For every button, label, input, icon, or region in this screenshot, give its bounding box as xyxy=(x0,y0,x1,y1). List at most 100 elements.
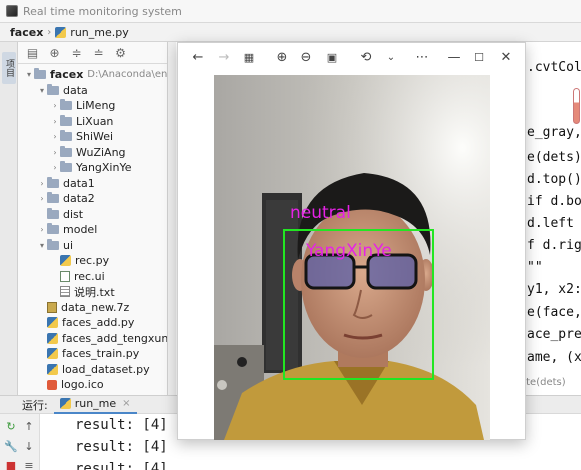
locate-icon[interactable]: ⊕ xyxy=(48,46,61,60)
tree-item[interactable]: data_new.7z xyxy=(37,300,129,316)
emotion-label: neutral xyxy=(290,203,351,223)
chevron-right-icon[interactable]: › xyxy=(50,163,60,172)
run-output-line: result: [4] xyxy=(75,417,168,433)
folder-icon xyxy=(60,99,72,111)
tree-item-label: ShiWei xyxy=(76,130,114,144)
tree-item[interactable]: faces_train.py xyxy=(37,346,139,362)
code-line: f d.rig xyxy=(527,238,581,253)
tree-item-label: 说明.txt xyxy=(74,285,115,299)
chevron-down-icon[interactable]: ▾ xyxy=(37,241,47,250)
text-file-icon xyxy=(60,286,70,298)
tree-item-label: YangXinYe xyxy=(76,161,132,175)
tree-item-label: model xyxy=(63,223,98,237)
minimize-icon[interactable]: — xyxy=(446,50,462,66)
tree-item-label: load_dataset.py xyxy=(62,362,150,376)
back-arrow-icon[interactable]: ← xyxy=(190,50,206,66)
archive-file-icon xyxy=(47,301,57,313)
rerun-icon[interactable]: ↻ xyxy=(4,420,18,433)
tree-item[interactable]: › LiMeng xyxy=(50,98,115,114)
tree-item[interactable]: load_dataset.py xyxy=(37,362,150,378)
tree-item-label: LiXuan xyxy=(76,114,114,128)
python-file-icon xyxy=(47,363,58,375)
folder-icon xyxy=(34,68,46,80)
run-panel-label: 运行: xyxy=(22,398,48,412)
close-icon[interactable]: × xyxy=(122,398,130,409)
python-file-icon xyxy=(59,398,71,409)
breadcrumb: facex › run_me.py xyxy=(0,23,581,42)
folder-icon xyxy=(47,83,59,95)
gear-icon[interactable]: ⚙ xyxy=(114,46,127,60)
code-line: if d.bo xyxy=(527,194,581,209)
scroll-down-icon[interactable]: ↓ xyxy=(22,440,36,453)
code-line: .cvtColo xyxy=(527,60,581,75)
tree-item[interactable]: › YangXinYe xyxy=(50,160,132,176)
tree-item[interactable]: 说明.txt xyxy=(50,284,115,300)
image-file-icon xyxy=(47,379,57,390)
tree-root[interactable]: ▾ facexD:\Anaconda\envs\ xyxy=(24,67,167,83)
editor-breadcrumb-hint: ate(dets) xyxy=(520,377,566,388)
soft-wrap-icon[interactable]: ≡ xyxy=(22,459,36,470)
breadcrumb-file[interactable]: run_me.py xyxy=(70,26,128,39)
tree-item[interactable]: dist xyxy=(37,207,83,223)
tree-item[interactable]: › data1 xyxy=(37,176,95,192)
chevron-right-icon[interactable]: › xyxy=(50,132,60,141)
python-file-icon xyxy=(47,317,58,329)
tree-item[interactable]: ▾ data xyxy=(37,83,88,99)
tree-item-label: dist xyxy=(63,207,84,221)
chevron-right-icon[interactable]: › xyxy=(37,194,47,203)
grid-view-icon[interactable]: ▦ xyxy=(241,50,257,66)
tree-item[interactable]: › LiXuan xyxy=(50,114,113,130)
folder-icon xyxy=(47,207,59,219)
code-line: ace_pre xyxy=(527,327,581,342)
tree-item[interactable]: rec.py xyxy=(50,253,109,269)
code-line: e_gray, xyxy=(527,125,581,140)
tree-item-label: data_new.7z xyxy=(61,300,130,314)
tree-item[interactable]: › model xyxy=(37,222,97,238)
view-mode-icon[interactable]: ▤ xyxy=(26,46,39,60)
chevron-down-icon[interactable]: ⌄ xyxy=(383,50,399,66)
chevron-right-icon[interactable]: › xyxy=(50,148,60,157)
rotate-icon[interactable]: ⟲ xyxy=(358,50,374,66)
tree-item[interactable]: faces_add.py xyxy=(37,315,134,331)
webcam-image: neutral YangXinYe xyxy=(214,75,490,440)
tree-item-label: faces_add_tengxun.py xyxy=(62,331,168,345)
project-tool-tab[interactable]: 项目 xyxy=(2,52,16,84)
tree-item[interactable]: › WuZiAng xyxy=(50,145,126,161)
tree-item[interactable]: › data2 xyxy=(37,191,95,207)
run-tab[interactable]: run_me × xyxy=(53,396,137,414)
chevron-down-icon[interactable]: ▾ xyxy=(24,70,34,79)
scroll-up-icon[interactable]: ↑ xyxy=(22,420,36,433)
expand-all-icon[interactable]: ≑ xyxy=(70,46,83,60)
breadcrumb-project[interactable]: facex xyxy=(10,26,43,39)
zoom-in-icon[interactable]: ⊕ xyxy=(274,50,290,66)
webcam-frame: neutral YangXinYe xyxy=(214,75,490,440)
close-icon[interactable]: ✕ xyxy=(498,50,514,66)
tree-item-label: rec.ui xyxy=(74,269,105,283)
code-line: d.left xyxy=(527,216,574,231)
chevron-right-icon[interactable]: › xyxy=(37,225,47,234)
window-title: Real time monitoring system xyxy=(23,4,182,18)
tree-item[interactable]: ▾ ui xyxy=(37,238,73,254)
chevron-down-icon[interactable]: ▾ xyxy=(37,86,47,95)
chevron-right-icon[interactable]: › xyxy=(37,179,47,188)
tree-item-label: faces_train.py xyxy=(62,347,140,361)
tree-item-label: data1 xyxy=(63,176,95,190)
collapse-all-icon[interactable]: ≐ xyxy=(92,46,105,60)
tree-item[interactable]: logo.ico xyxy=(37,377,104,393)
actual-size-icon[interactable]: ▣ xyxy=(324,50,340,66)
forward-arrow-icon[interactable]: → xyxy=(216,50,232,66)
stop-icon[interactable]: ■ xyxy=(4,459,18,470)
more-icon[interactable]: ⋯ xyxy=(414,50,430,66)
maximize-icon[interactable]: ☐ xyxy=(471,50,487,66)
code-line: y1, x2: xyxy=(527,282,581,297)
zoom-out-icon[interactable]: ⊖ xyxy=(298,50,314,66)
folder-icon xyxy=(60,130,72,142)
folder-icon xyxy=(47,238,59,250)
wrench-icon[interactable]: 🔧 xyxy=(4,440,18,453)
python-file-icon xyxy=(55,26,67,38)
tree-item[interactable]: › ShiWei xyxy=(50,129,113,145)
tree-item[interactable]: faces_add_tengxun.py xyxy=(37,331,168,347)
chevron-right-icon[interactable]: › xyxy=(50,117,60,126)
chevron-right-icon[interactable]: › xyxy=(50,101,60,110)
tree-item[interactable]: rec.ui xyxy=(50,269,105,285)
